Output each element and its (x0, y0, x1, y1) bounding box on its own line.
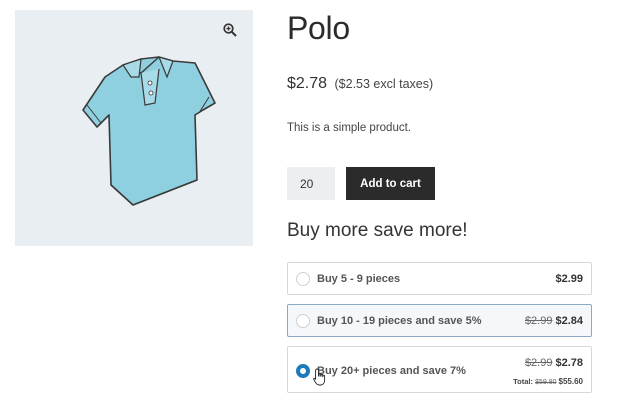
tier-new-price: $2.84 (555, 315, 583, 327)
tier-total-old: $59.80 (535, 379, 557, 386)
tier-price: $2.99 $2.78 (525, 357, 583, 369)
tier-option-10-19[interactable]: Buy 10 - 19 pieces and save 5% $2.99 $2.8… (287, 304, 592, 337)
tier-label: Buy 20+ pieces and save 7% (317, 365, 466, 377)
price-excl-taxes: ($2.53 excl taxes) (334, 77, 434, 91)
tier-radio[interactable] (296, 314, 310, 328)
tier-option-5-9[interactable]: Buy 5 - 9 pieces $2.99 (287, 262, 592, 295)
add-to-cart-button[interactable]: Add to cart (346, 167, 435, 200)
tier-price: $2.99 (555, 273, 583, 285)
tier-label: Buy 5 - 9 pieces (317, 273, 401, 285)
tier-old-price: $2.99 (524, 315, 553, 327)
tier-new-price: $2.99 (555, 273, 583, 285)
tier-heading: Buy more save more! (287, 220, 468, 241)
tier-option-20-plus[interactable]: Buy 20+ pieces and save 7% $2.99 $2.78 To… (287, 346, 592, 393)
tier-radio[interactable] (296, 272, 310, 286)
tier-total-label: Total: (513, 377, 534, 386)
tier-price: $2.99 $2.84 (525, 315, 583, 327)
tier-old-price: $2.99 (524, 357, 553, 369)
zoom-in-icon[interactable] (223, 23, 237, 37)
tier-total: Total: $59.80 $55.60 (513, 377, 583, 386)
product-title: Polo (287, 10, 350, 46)
tier-total-new: $55.60 (558, 377, 583, 386)
product-description: This is a simple product. (287, 122, 411, 134)
tier-radio-selected[interactable] (296, 364, 310, 378)
price-value: $2.78 (287, 75, 328, 92)
hand-pointer-icon (313, 368, 326, 386)
product-gallery[interactable] (15, 10, 253, 246)
tier-new-price: $2.78 (555, 357, 583, 369)
product-price: $2.78 ($2.53 excl taxes) (287, 75, 433, 93)
quantity-input[interactable] (287, 167, 335, 200)
tier-label: Buy 10 - 19 pieces and save 5% (317, 315, 482, 327)
polo-shirt-image (82, 56, 216, 206)
